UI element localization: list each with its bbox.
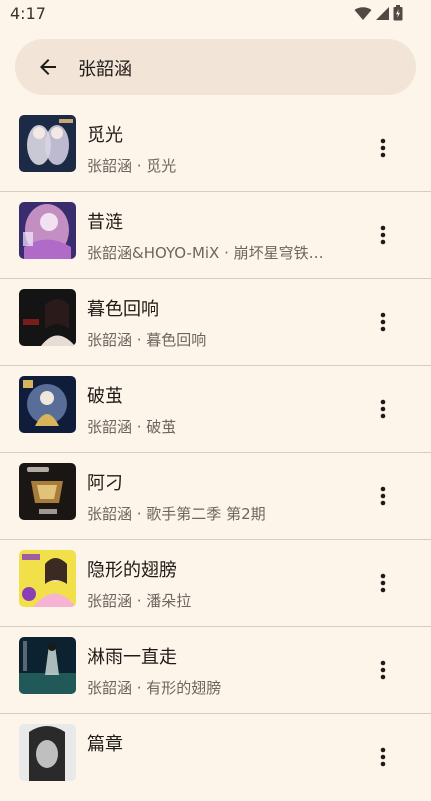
arrow-back-icon <box>40 59 56 75</box>
album-cover <box>19 550 76 607</box>
song-row[interactable]: 暮色回响 张韶涵 · 暮色回响 <box>0 279 431 366</box>
song-subtitle: 张韶涵 · 有形的翅膀 <box>87 679 222 697</box>
song-row[interactable]: 篇章 <box>0 714 431 801</box>
more-options-button[interactable] <box>366 651 400 689</box>
more-vert-icon <box>380 660 386 680</box>
song-title: 觅光 <box>87 125 123 146</box>
song-title: 阿刁 <box>87 473 123 494</box>
song-row[interactable]: 隐形的翅膀 张韶涵 · 潘朵拉 <box>0 540 431 627</box>
song-row[interactable]: 觅光 张韶涵 · 觅光 <box>0 105 431 192</box>
song-subtitle: 张韶涵 · 觅光 <box>87 157 177 175</box>
more-vert-icon <box>380 399 386 419</box>
song-subtitle: 张韶涵 · 歌手第二季 第2期 <box>87 505 266 523</box>
more-options-button[interactable] <box>366 390 400 428</box>
more-options-button[interactable] <box>366 564 400 602</box>
song-subtitle: 张韶涵 · 潘朵拉 <box>87 592 192 610</box>
search-bar[interactable]: 张韶涵 <box>15 39 416 95</box>
song-subtitle: 张韶涵 · 暮色回响 <box>87 331 207 349</box>
album-cover <box>19 724 76 781</box>
song-title: 暮色回响 <box>87 299 159 320</box>
song-subtitle: 张韶涵&HOYO-MiX · 崩坏星穹铁… <box>87 244 324 262</box>
more-options-button[interactable] <box>366 129 400 167</box>
song-row[interactable]: 淋雨一直走 张韶涵 · 有形的翅膀 <box>0 627 431 714</box>
album-cover <box>19 376 76 433</box>
back-button[interactable] <box>33 52 63 82</box>
song-subtitle: 张韶涵 · 破茧 <box>87 418 177 436</box>
album-cover <box>19 115 76 172</box>
song-row[interactable]: 昔涟 张韶涵&HOYO-MiX · 崩坏星穹铁… <box>0 192 431 279</box>
more-options-button[interactable] <box>366 216 400 254</box>
song-title: 破茧 <box>87 386 123 407</box>
song-title: 篇章 <box>87 734 123 755</box>
more-options-button[interactable] <box>366 738 400 776</box>
status-time: 4:17 <box>10 4 46 23</box>
more-vert-icon <box>380 573 386 593</box>
song-list: 觅光 张韶涵 · 觅光 昔涟 张韶涵&HOYO-MiX · 崩坏星穹铁… 暮色回… <box>0 105 431 801</box>
search-query-text[interactable]: 张韶涵 <box>78 55 132 81</box>
album-cover <box>19 463 76 520</box>
album-cover <box>19 289 76 346</box>
more-vert-icon <box>380 312 386 332</box>
song-row[interactable]: 阿刁 张韶涵 · 歌手第二季 第2期 <box>0 453 431 540</box>
more-vert-icon <box>380 138 386 158</box>
more-options-button[interactable] <box>366 303 400 341</box>
more-vert-icon <box>380 747 386 767</box>
album-cover <box>19 202 76 259</box>
status-icons <box>354 5 403 21</box>
song-title: 淋雨一直走 <box>87 647 177 668</box>
album-cover <box>19 637 76 694</box>
song-title: 昔涟 <box>87 212 123 233</box>
song-row[interactable]: 破茧 张韶涵 · 破茧 <box>0 366 431 453</box>
signal-icon <box>376 6 389 20</box>
more-vert-icon <box>380 225 386 245</box>
wifi-icon <box>354 6 372 20</box>
status-bar: 4:17 <box>0 0 431 30</box>
battery-icon <box>393 5 403 21</box>
song-title: 隐形的翅膀 <box>87 560 177 581</box>
more-options-button[interactable] <box>366 477 400 515</box>
more-vert-icon <box>380 486 386 506</box>
